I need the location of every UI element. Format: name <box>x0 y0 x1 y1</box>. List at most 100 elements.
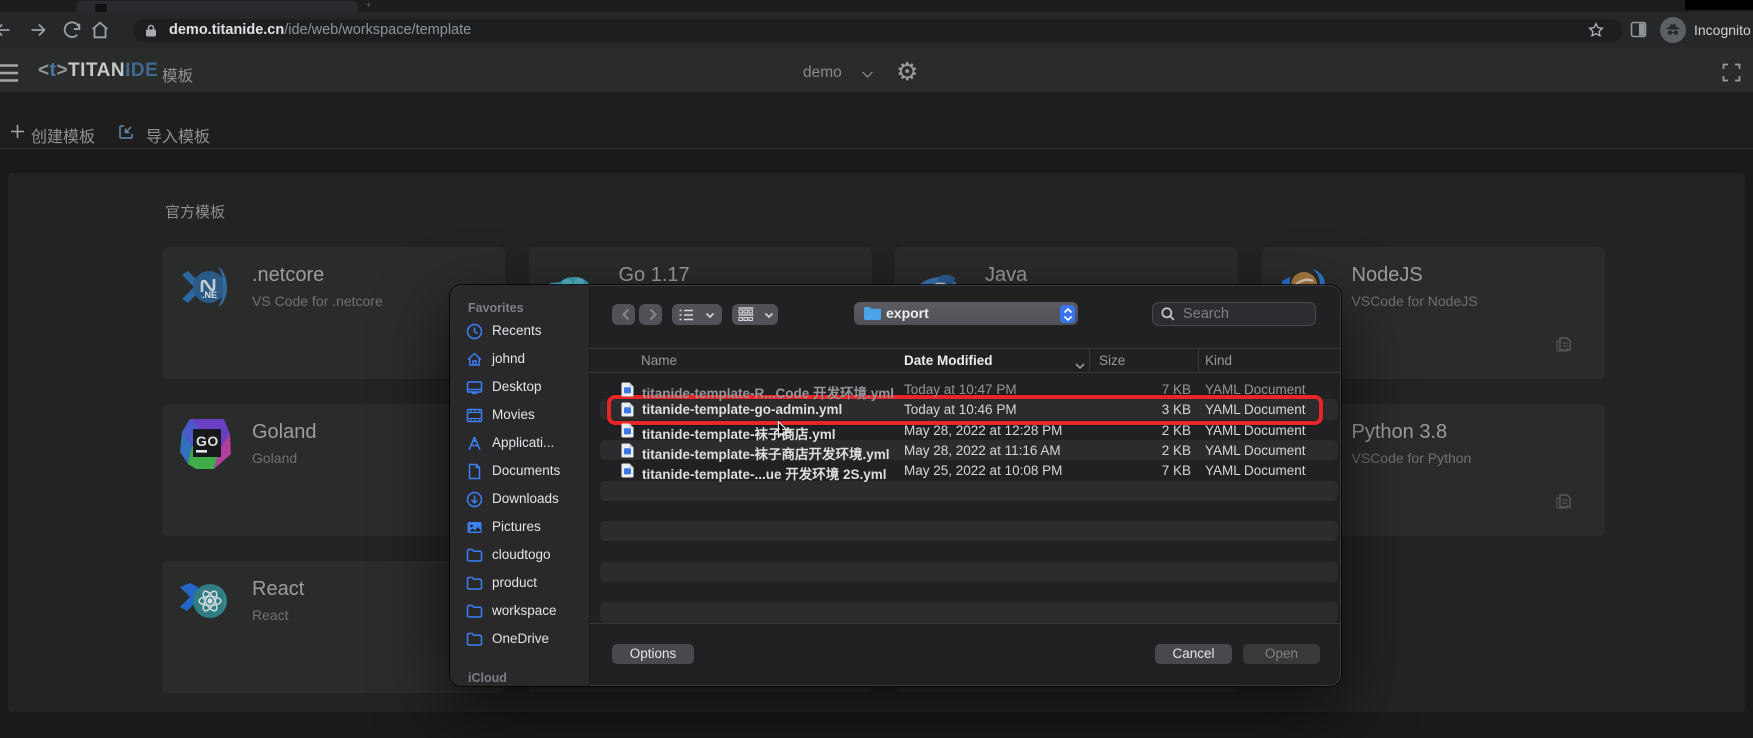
download-icon <box>466 491 483 508</box>
list-view-dropdown[interactable] <box>672 304 722 325</box>
home-icon[interactable] <box>89 19 111 41</box>
file-row-2[interactable]: titanide-template-go-admin.ymlToday at 1… <box>590 399 1341 419</box>
browser-tab[interactable] <box>76 1 358 12</box>
empty-row <box>590 602 1341 622</box>
tab-favicon <box>95 4 107 12</box>
file-kind: YAML Document <box>1205 443 1306 458</box>
sort-chevron-icon[interactable] <box>1074 358 1086 367</box>
back-icon[interactable] <box>0 19 14 41</box>
url-text[interactable]: demo.titanide.cn/ide/web/workspace/templ… <box>169 22 471 39</box>
file-name: titanide-template-袜子商店.yml <box>642 423 836 443</box>
plus-icon <box>10 124 25 139</box>
gear-icon[interactable]: ⚙︎ <box>896 60 918 84</box>
file-row-3[interactable]: titanide-template-袜子商店.yml May 28, 2022 a… <box>590 420 1341 440</box>
sidebar-item-downloads[interactable]: Downloads <box>450 485 590 513</box>
search-input[interactable] <box>1152 302 1316 326</box>
favorites-header: Favorites <box>468 301 524 315</box>
card-logo-react-icon <box>180 575 232 627</box>
app-logo[interactable]: <t>TITANIDE <box>38 60 158 82</box>
file-size: 3 KB <box>1089 402 1191 417</box>
sidebar-item-label: Downloads <box>492 491 559 506</box>
folder-icon <box>864 306 881 320</box>
file-name: titanide-template-...ue 开发环境 2S.yml <box>642 463 887 483</box>
sidebar-item-movies[interactable]: Movies <box>450 401 590 429</box>
sidebar-item-label: Pictures <box>492 519 541 534</box>
column-header-date-modified[interactable]: Date Modified <box>904 353 993 368</box>
empty-row <box>590 501 1341 521</box>
document-icon <box>466 463 483 480</box>
file-list-header: Name Date Modified Size Kind <box>590 348 1341 373</box>
sidebar-item-workspace[interactable]: workspace <box>450 597 590 625</box>
menu-icon[interactable] <box>0 63 28 83</box>
incognito-label: Incognito <box>1694 22 1751 38</box>
sidebar-item-desktop[interactable]: Desktop <box>450 373 590 401</box>
card-subtitle: React <box>252 607 289 623</box>
sidebar-item-cloudtogo[interactable]: cloudtogo <box>450 541 590 569</box>
card-title: Python 3.8 <box>1352 421 1448 444</box>
card-subtitle: VSCode for Python <box>1352 450 1472 466</box>
film-icon <box>466 407 483 424</box>
incognito-icon <box>1665 22 1681 38</box>
file-row-5[interactable]: titanide-template-...ue 开发环境 2S.yml May 2… <box>590 460 1341 480</box>
card-title: Go 1.17 <box>619 264 690 287</box>
folder-dropdown-value: export <box>886 305 929 321</box>
create-template-button[interactable]: 创建模板 <box>10 122 102 144</box>
lock-icon <box>145 24 157 37</box>
sidebar-item-applicati-[interactable]: Applicati... <box>450 429 590 457</box>
file-kind: YAML Document <box>1205 382 1306 397</box>
sidebar-item-label: Recents <box>492 323 542 338</box>
file-date: Today at 10:46 PM <box>904 402 1017 417</box>
new-tab-icon[interactable]: + <box>366 0 371 10</box>
card-document-icon[interactable] <box>1553 334 1574 355</box>
sidebar-item-label: OneDrive <box>492 631 549 646</box>
sidebar-item-onedrive[interactable]: OneDrive <box>450 625 590 653</box>
chevron-down-icon[interactable] <box>861 67 874 76</box>
fullscreen-icon[interactable] <box>1722 63 1741 82</box>
file-date: May 28, 2022 at 12:28 PM <box>904 423 1062 438</box>
search-placeholder: Search <box>1183 306 1229 322</box>
card-subtitle: Goland <box>252 450 297 466</box>
sidebar-item-recents[interactable]: Recents <box>450 317 590 345</box>
file-date: Today at 10:47 PM <box>904 382 1017 397</box>
yaml-file-icon <box>621 423 634 438</box>
folder-icon <box>466 631 483 648</box>
file-kind: YAML Document <box>1205 402 1306 417</box>
sidebar-item-documents[interactable]: Documents <box>450 457 590 485</box>
card-title: Java <box>985 264 1027 287</box>
create-template-label: 创建模板 <box>31 123 95 147</box>
column-header-kind[interactable]: Kind <box>1205 353 1232 368</box>
folder-stepper-icon[interactable] <box>1060 305 1075 323</box>
grid-view-dropdown[interactable] <box>732 304 778 325</box>
file-date: May 25, 2022 at 10:08 PM <box>904 463 1062 478</box>
empty-row <box>590 582 1341 602</box>
dialog-back-button[interactable] <box>612 304 635 325</box>
column-header-name[interactable]: Name <box>641 353 677 368</box>
dialog-forward-button[interactable] <box>639 304 663 325</box>
card-title: .netcore <box>252 264 324 287</box>
card-logo-goland-icon: GO <box>180 418 232 470</box>
bookmark-star-icon[interactable] <box>1587 21 1605 39</box>
file-row-4[interactable]: titanide-template-袜子商店开发环境.ymlMay 28, 20… <box>590 440 1341 460</box>
screen: + demo.titanide.cn/ide/web/workspace/tem… <box>0 0 1753 738</box>
file-list: titanide-template-R...Code 开发环境.ymlToday… <box>590 379 1341 623</box>
side-panel-icon[interactable] <box>1630 21 1647 38</box>
column-header-size[interactable]: Size <box>1099 353 1125 368</box>
list-bottom-divider <box>590 623 1341 624</box>
import-template-button[interactable]: 导入模板 <box>118 122 218 144</box>
column-divider <box>1089 349 1090 373</box>
forward-icon[interactable] <box>27 19 49 41</box>
workspace-select[interactable]: demo <box>803 64 842 82</box>
section-title: 官方模板 <box>165 201 225 222</box>
sidebar-item-pictures[interactable]: Pictures <box>450 513 590 541</box>
sidebar-item-product[interactable]: product <box>450 569 590 597</box>
sidebar-item-label: Desktop <box>492 379 542 394</box>
sidebar-item-johnd[interactable]: johnd <box>450 345 590 373</box>
card-document-icon[interactable] <box>1553 491 1574 512</box>
action-bar: 创建模板 导入模板 <box>0 92 1753 149</box>
file-row-1[interactable]: titanide-template-R...Code 开发环境.ymlToday… <box>590 379 1341 399</box>
card-title: React <box>252 578 304 601</box>
reload-icon[interactable] <box>61 19 83 41</box>
empty-row <box>590 481 1341 501</box>
svg-text:.NE: .NE <box>202 290 217 300</box>
file-kind: YAML Document <box>1205 423 1306 438</box>
